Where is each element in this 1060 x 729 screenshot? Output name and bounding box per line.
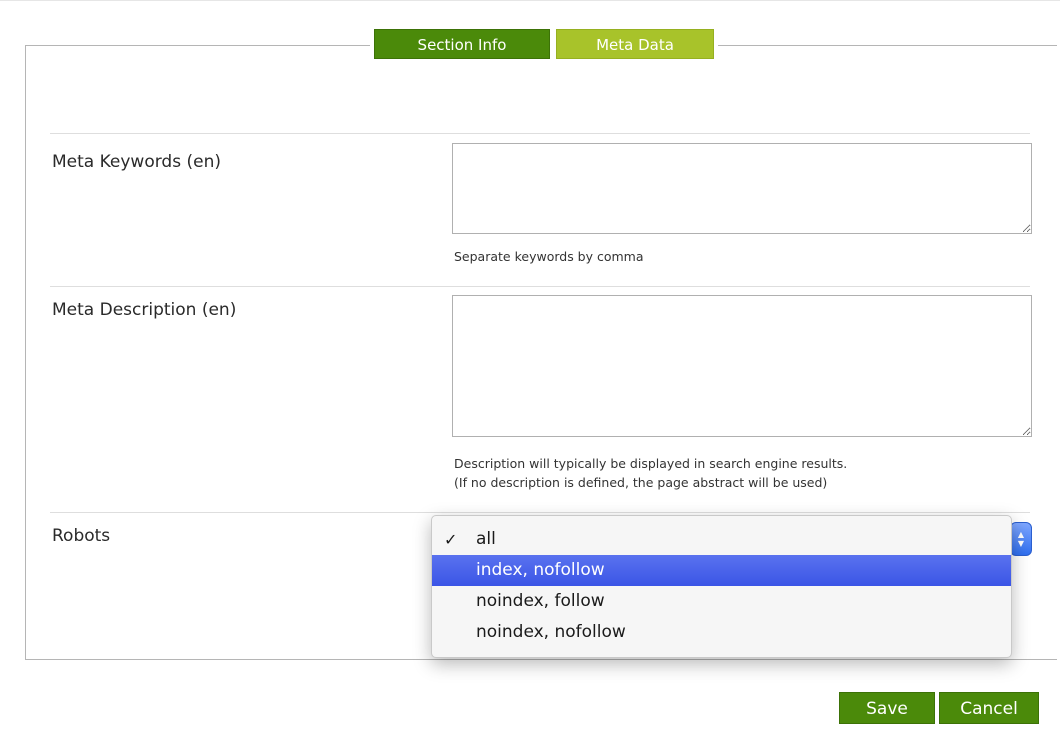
- robots-option-noindex-nofollow[interactable]: noindex, nofollow: [432, 617, 1011, 648]
- meta-description-input[interactable]: [452, 295, 1032, 437]
- row-divider: [50, 133, 1030, 134]
- check-icon: ✓: [444, 530, 458, 549]
- meta-description-label: Meta Description (en): [52, 300, 237, 320]
- robots-select-stepper[interactable]: ▲ ▼: [1010, 522, 1032, 556]
- top-border: [0, 0, 1060, 10]
- option-label: noindex, follow: [476, 591, 605, 611]
- robots-dropdown-menu: ✓ all index, nofollow noindex, follow no…: [431, 515, 1012, 658]
- meta-keywords-hint: Separate keywords by comma: [454, 249, 644, 264]
- save-button[interactable]: Save: [839, 692, 935, 724]
- robots-option-noindex-follow[interactable]: noindex, follow: [432, 586, 1011, 617]
- meta-description-hint-line1: Description will typically be displayed …: [454, 456, 848, 471]
- meta-description-hint-line2: (If no description is defined, the page …: [454, 475, 828, 490]
- robots-option-index-nofollow[interactable]: index, nofollow: [432, 555, 1011, 586]
- tab-meta-data[interactable]: Meta Data: [556, 29, 714, 59]
- row-divider: [50, 286, 1030, 287]
- meta-keywords-input[interactable]: [452, 143, 1032, 234]
- robots-option-all[interactable]: ✓ all: [432, 524, 1011, 555]
- tab-section-info[interactable]: Section Info: [374, 29, 550, 59]
- option-label: noindex, nofollow: [476, 622, 626, 642]
- chevron-up-icon: ▲: [1017, 530, 1025, 539]
- cancel-button[interactable]: Cancel: [939, 692, 1039, 724]
- row-divider: [50, 512, 1030, 513]
- tab-bar: Section Info Meta Data: [370, 29, 718, 59]
- robots-label: Robots: [52, 526, 111, 546]
- option-label: index, nofollow: [476, 560, 605, 580]
- meta-keywords-label: Meta Keywords (en): [52, 152, 221, 172]
- chevron-down-icon: ▼: [1017, 539, 1025, 548]
- option-label: all: [476, 529, 496, 549]
